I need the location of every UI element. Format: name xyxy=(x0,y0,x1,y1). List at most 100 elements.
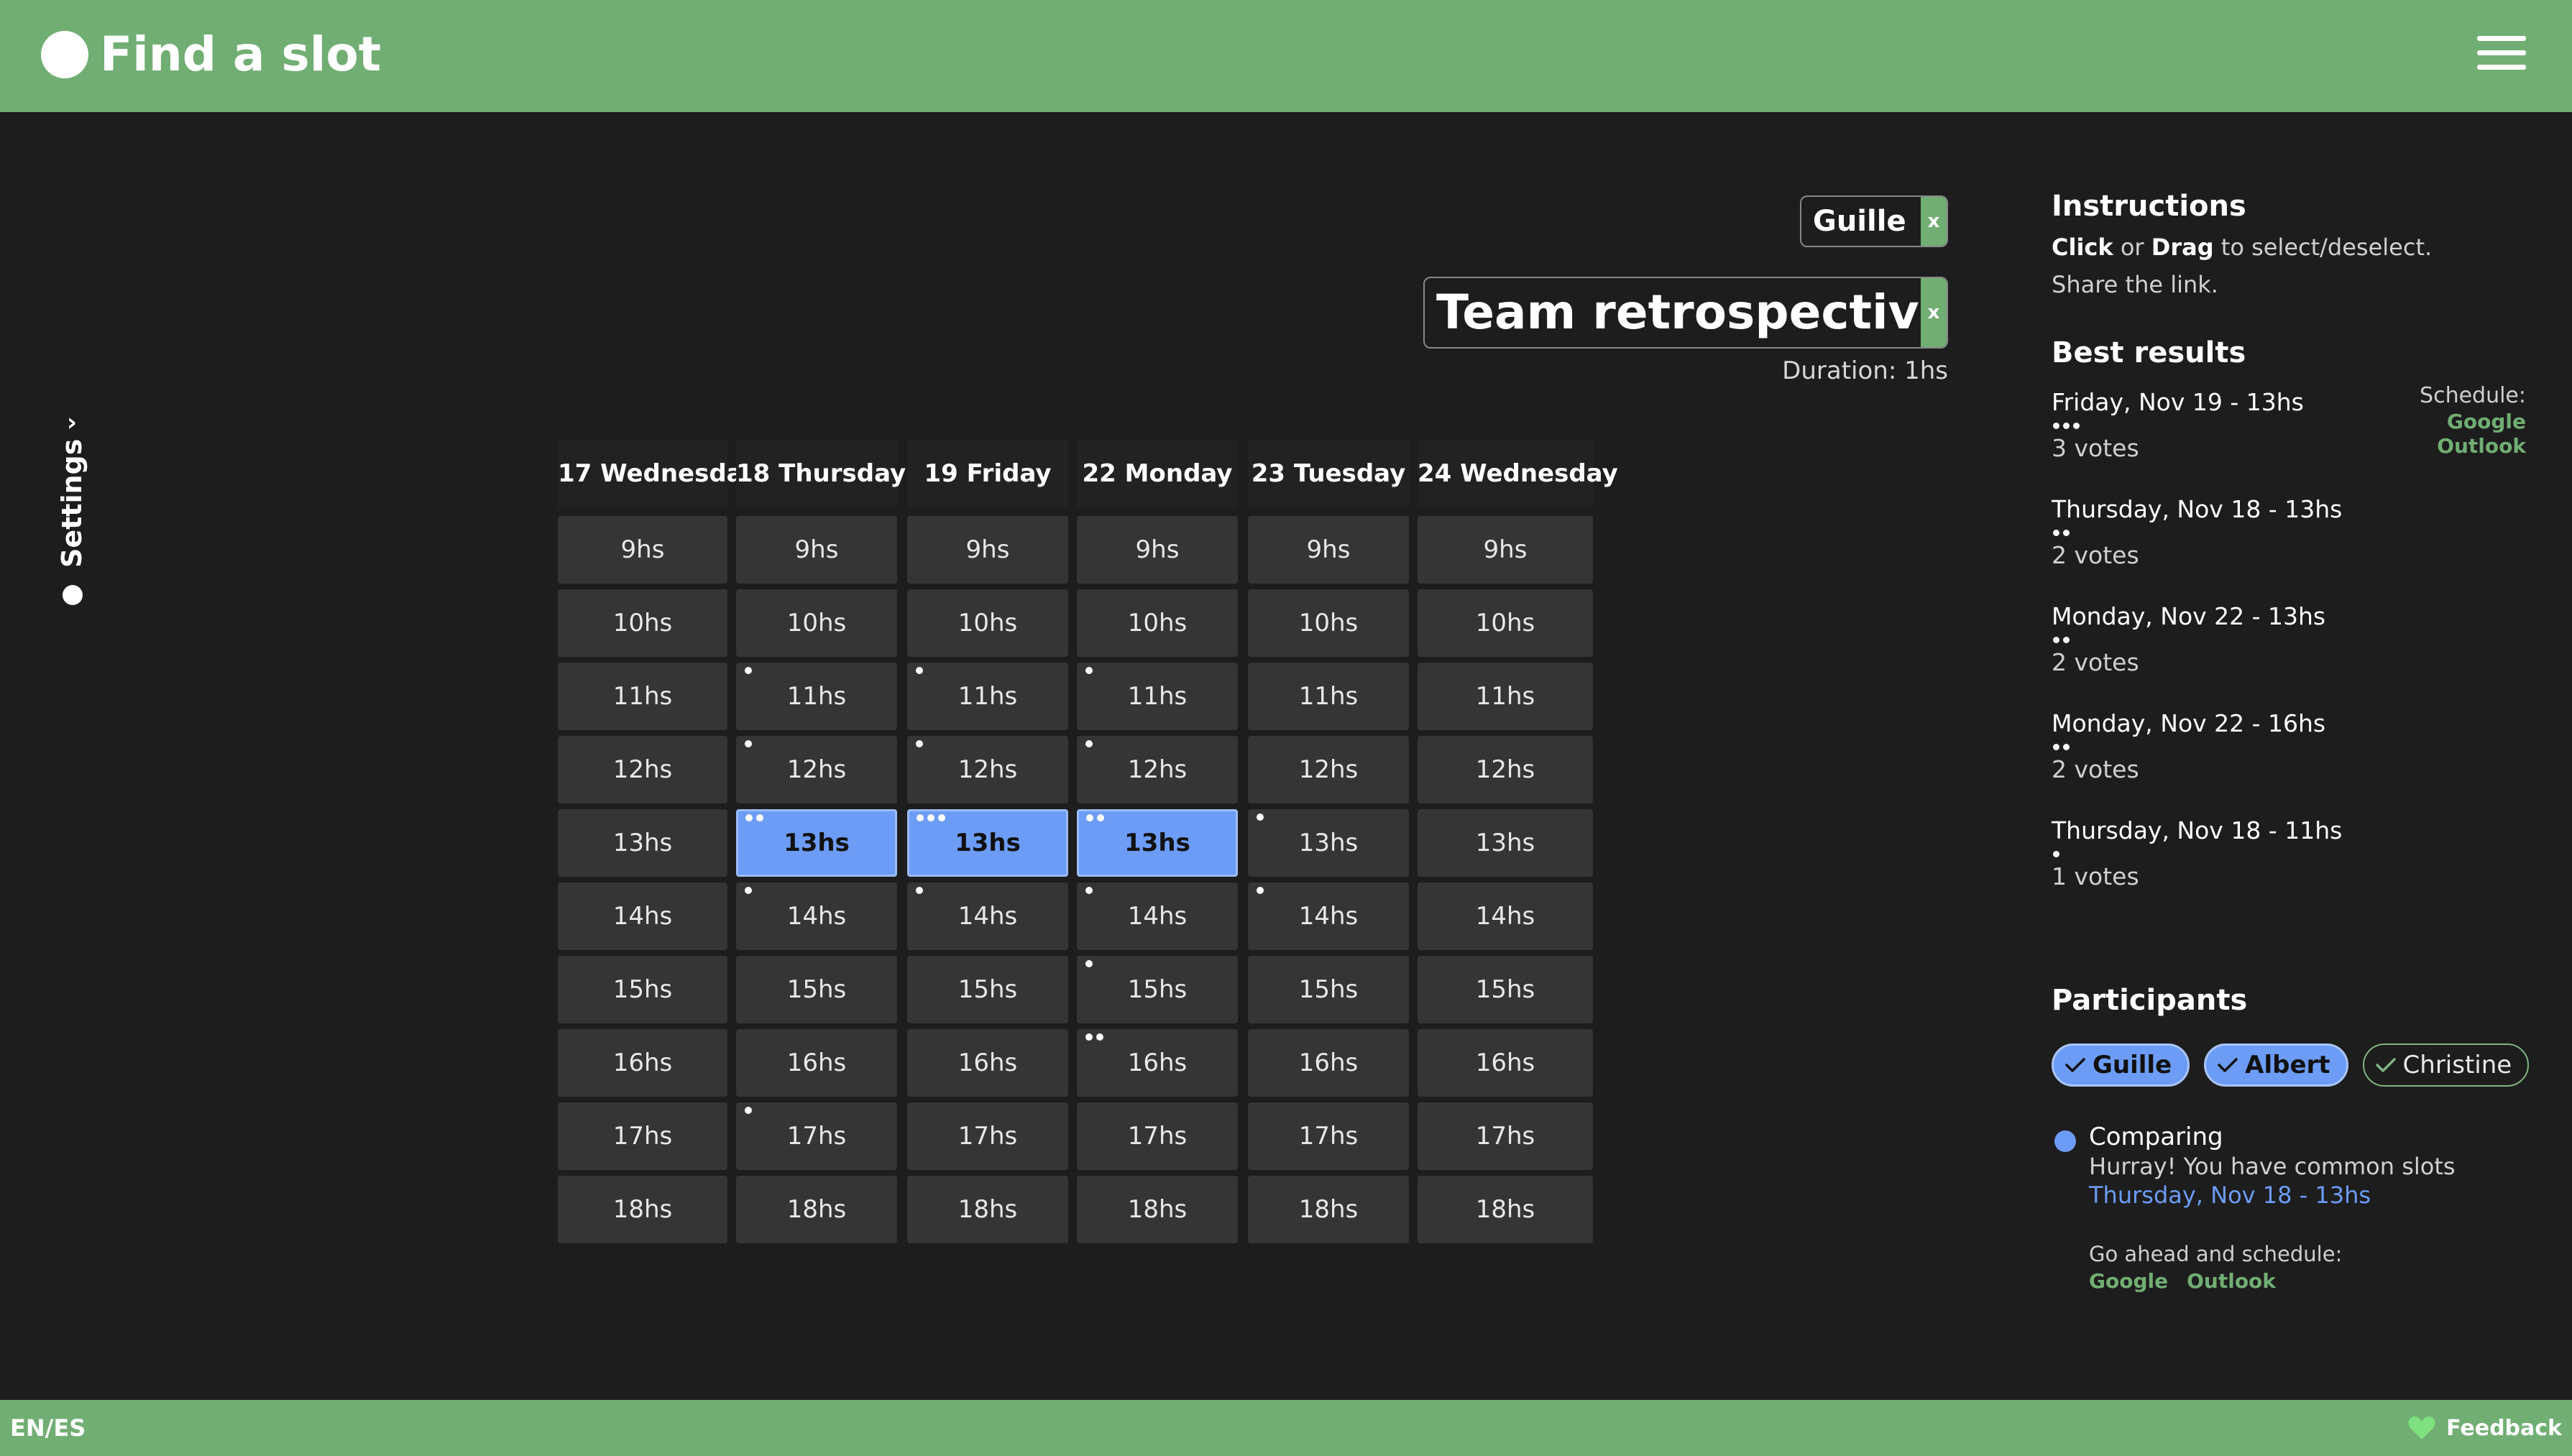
time-slot[interactable]: 11hs xyxy=(1077,663,1238,730)
time-slot-label: 11hs xyxy=(1298,682,1359,711)
time-slot[interactable]: 16hs xyxy=(736,1029,897,1097)
check-icon xyxy=(2375,1058,2396,1072)
time-slot[interactable]: 11hs xyxy=(907,663,1068,730)
instructions-title: Instructions xyxy=(2052,190,2246,223)
time-slot[interactable]: 16hs xyxy=(907,1029,1068,1097)
common-slot-link[interactable]: Thursday, Nov 18 - 13hs xyxy=(2089,1181,2371,1210)
time-slot-label: 14hs xyxy=(1298,902,1359,931)
feedback-link[interactable]: Feedback xyxy=(2407,1400,2562,1456)
vote-dots xyxy=(745,887,752,895)
time-slot[interactable]: 14hs xyxy=(907,883,1068,950)
time-slot-label: 16hs xyxy=(1475,1049,1535,1077)
participant-chip[interactable]: Christine xyxy=(2362,1043,2530,1087)
language-switch[interactable]: EN/ES xyxy=(10,1400,86,1456)
time-slot[interactable]: 12hs xyxy=(1248,736,1409,803)
time-slot-label: 18hs xyxy=(957,1195,1018,1224)
clear-title-button[interactable]: x xyxy=(1921,278,1947,347)
time-slot[interactable]: 11hs xyxy=(1248,663,1409,730)
time-slot[interactable]: 12hs xyxy=(1077,736,1238,803)
time-slot[interactable]: 16hs xyxy=(558,1029,727,1097)
time-slot[interactable]: 17hs xyxy=(558,1102,727,1170)
time-slot[interactable]: 17hs xyxy=(907,1102,1068,1170)
time-slot[interactable]: 11hs xyxy=(736,663,897,730)
participant-name: Guille xyxy=(2093,1051,2172,1079)
time-slot[interactable]: 14hs xyxy=(1077,883,1238,950)
time-slot[interactable]: 10hs xyxy=(907,589,1068,657)
outlook-calendar-link[interactable]: Outlook xyxy=(2187,1268,2276,1294)
event-title-field[interactable]: Team retrospective x xyxy=(1423,277,1948,349)
day-column: 22 Monday 9hs 10hs 11hs 12hs 13hs 14hs 15hs 16hs… xyxy=(1077,440,1238,1249)
time-slot[interactable]: 17hs xyxy=(736,1102,897,1170)
menu-icon[interactable] xyxy=(2477,36,2526,70)
google-calendar-link[interactable]: Google xyxy=(2420,410,2526,434)
time-slot[interactable]: 16hs xyxy=(1248,1029,1409,1097)
instructions-line: Click or Drag to select/deselect. xyxy=(2052,229,2526,266)
time-slot[interactable]: 13hs xyxy=(1248,809,1409,877)
time-slot[interactable]: 18hs xyxy=(907,1176,1068,1243)
time-slot[interactable]: 15hs xyxy=(1418,956,1593,1023)
time-slot[interactable]: 12hs xyxy=(736,736,897,803)
time-slot[interactable]: 14hs xyxy=(1418,883,1593,950)
time-slot-label: 14hs xyxy=(1475,902,1535,931)
time-slot[interactable]: 18hs xyxy=(1248,1176,1409,1243)
outlook-calendar-link[interactable]: Outlook xyxy=(2420,434,2526,459)
time-slot[interactable]: 9hs xyxy=(736,516,897,584)
time-slot[interactable]: 17hs xyxy=(1248,1102,1409,1170)
time-slot[interactable]: 10hs xyxy=(1248,589,1409,657)
time-slot[interactable]: 13hs xyxy=(736,809,897,877)
time-slot-label: 10hs xyxy=(1475,609,1535,637)
time-slot[interactable]: 15hs xyxy=(1077,956,1238,1023)
time-slot-label: 15hs xyxy=(786,975,847,1004)
time-slot-label: 17hs xyxy=(786,1122,847,1151)
time-slot[interactable]: 18hs xyxy=(558,1176,727,1243)
time-slot[interactable]: 11hs xyxy=(1418,663,1593,730)
participant-chip[interactable]: Guille xyxy=(2052,1043,2190,1087)
time-slot[interactable]: 12hs xyxy=(1418,736,1593,803)
time-slot[interactable]: 9hs xyxy=(558,516,727,584)
clear-user-button[interactable]: x xyxy=(1921,197,1947,246)
time-slot[interactable]: 13hs xyxy=(1418,809,1593,877)
time-slot[interactable]: 12hs xyxy=(558,736,727,803)
vote-dots xyxy=(1085,887,1093,895)
time-slot[interactable]: 15hs xyxy=(907,956,1068,1023)
time-slot[interactable]: 9hs xyxy=(1248,516,1409,584)
result-item[interactable]: Thursday, Nov 18 - 13hs 2 votes xyxy=(2052,494,2526,601)
participants-list: Guille Albert Christine xyxy=(2052,1043,2530,1087)
result-item[interactable]: Monday, Nov 22 - 13hs 2 votes xyxy=(2052,601,2526,708)
result-item[interactable]: Friday, Nov 19 - 13hs 3 votes Schedule: Goo… xyxy=(2052,383,2526,494)
time-slot[interactable]: 14hs xyxy=(736,883,897,950)
user-name-value: Guille xyxy=(1813,205,1906,238)
time-slot[interactable]: 15hs xyxy=(558,956,727,1023)
time-slot[interactable]: 17hs xyxy=(1077,1102,1238,1170)
time-slot[interactable]: 14hs xyxy=(558,883,727,950)
settings-toggle[interactable]: › Settings xyxy=(50,410,93,618)
google-calendar-link[interactable]: Google xyxy=(2089,1268,2168,1294)
time-slot[interactable]: 13hs xyxy=(907,809,1068,877)
result-item[interactable]: Monday, Nov 22 - 16hs 2 votes xyxy=(2052,708,2526,815)
time-slot[interactable]: 10hs xyxy=(1077,589,1238,657)
user-name-field[interactable]: Guille x xyxy=(1800,195,1948,247)
time-slot[interactable]: 13hs xyxy=(558,809,727,877)
result-item[interactable]: Thursday, Nov 18 - 11hs 1 votes xyxy=(2052,815,2526,922)
time-slot[interactable]: 18hs xyxy=(1418,1176,1593,1243)
time-slot[interactable]: 18hs xyxy=(1077,1176,1238,1243)
time-slot[interactable]: 10hs xyxy=(558,589,727,657)
time-slot[interactable]: 10hs xyxy=(1418,589,1593,657)
time-slot[interactable]: 13hs xyxy=(1077,809,1238,877)
time-slot[interactable]: 15hs xyxy=(736,956,897,1023)
time-slot[interactable]: 12hs xyxy=(907,736,1068,803)
time-slot[interactable]: 9hs xyxy=(1418,516,1593,584)
participant-chip[interactable]: Albert xyxy=(2204,1043,2348,1087)
time-slot[interactable]: 18hs xyxy=(736,1176,897,1243)
time-slot[interactable]: 15hs xyxy=(1248,956,1409,1023)
time-slot[interactable]: 17hs xyxy=(1418,1102,1593,1170)
time-slot[interactable]: 16hs xyxy=(1077,1029,1238,1097)
time-slot[interactable]: 16hs xyxy=(1418,1029,1593,1097)
time-slot[interactable]: 14hs xyxy=(1248,883,1409,950)
time-slot-label: 9hs xyxy=(1135,535,1180,564)
time-slot[interactable]: 9hs xyxy=(907,516,1068,584)
time-slot[interactable]: 11hs xyxy=(558,663,727,730)
time-slot[interactable]: 10hs xyxy=(736,589,897,657)
time-slot-label: 14hs xyxy=(957,902,1018,931)
time-slot[interactable]: 9hs xyxy=(1077,516,1238,584)
